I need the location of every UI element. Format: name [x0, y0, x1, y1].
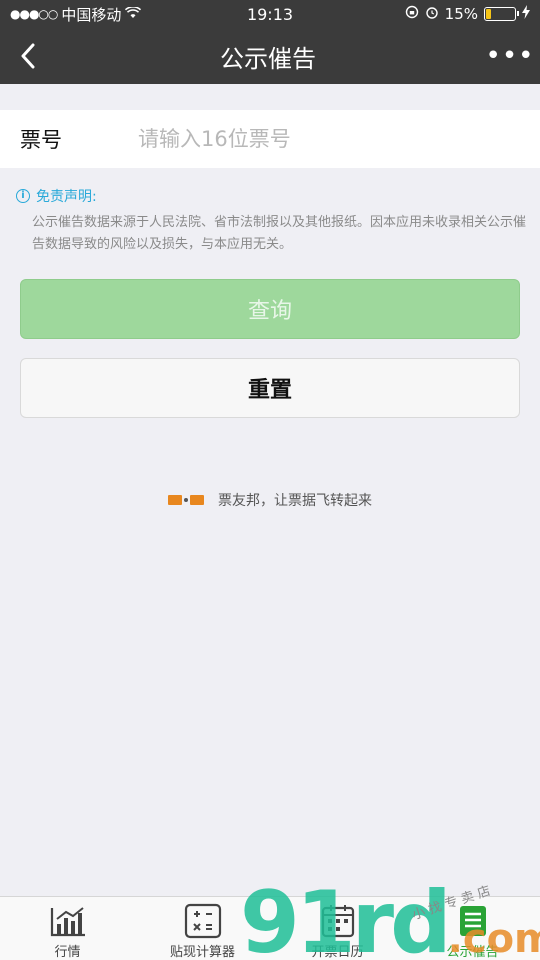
watermark: 91rd.com — [240, 880, 540, 960]
disclaimer-header: i 免责声明: — [16, 186, 526, 206]
tab-label: 行情 — [54, 945, 81, 960]
battery-percent: 15% — [444, 5, 478, 23]
ticket-number-row: 票号 — [0, 110, 540, 168]
clock: 19:13 — [246, 4, 294, 24]
alarm-icon — [425, 5, 439, 23]
back-button[interactable] — [0, 28, 56, 84]
brand-logo-icon — [168, 495, 204, 505]
carrier-label: 中国移动 — [61, 5, 122, 24]
status-bar: ●●●○○ 中国移动 19:13 15% — [0, 0, 540, 28]
nav-bar: 公示催告 ••• — [0, 28, 540, 84]
info-icon: i — [16, 189, 30, 203]
ticket-number-input[interactable] — [138, 127, 540, 151]
wifi-icon — [125, 5, 142, 23]
query-button[interactable]: 查询 — [20, 279, 520, 339]
brand-slogan: 票友邦，让票据飞转起来 — [0, 490, 540, 510]
charging-icon — [522, 5, 530, 23]
status-left: ●●●○○ 中国移动 — [10, 4, 200, 25]
battery-icon — [484, 7, 519, 21]
signal-icon: ●●●○○ — [10, 7, 58, 21]
chevron-left-icon — [21, 43, 35, 69]
watermark-suffix: .com — [447, 916, 540, 960]
status-right: 15% — [340, 5, 530, 23]
reset-button[interactable]: 重置 — [20, 358, 520, 418]
ticket-number-label: 票号 — [20, 128, 62, 152]
disclaimer: i 免责声明: 公示催告数据来源于人民法院、省市法制报以及其他报纸。因本应用未收… — [16, 186, 526, 256]
tab-label: 贴现计算器 — [169, 945, 235, 960]
slogan-text: 票友邦，让票据飞转起来 — [218, 493, 372, 509]
disclaimer-text: 公示催告数据来源于人民法院、省市法制报以及其他报纸。因本应用未收录相关公示催告数… — [32, 215, 527, 252]
calculator-icon — [184, 903, 222, 939]
disclaimer-title: 免责声明: — [36, 189, 97, 205]
more-button[interactable]: ••• — [480, 28, 540, 84]
page-title: 公示催告 — [220, 44, 316, 73]
chart-icon — [49, 903, 87, 939]
rotation-lock-icon — [405, 5, 419, 23]
tab-market[interactable]: 行情 — [0, 897, 135, 960]
